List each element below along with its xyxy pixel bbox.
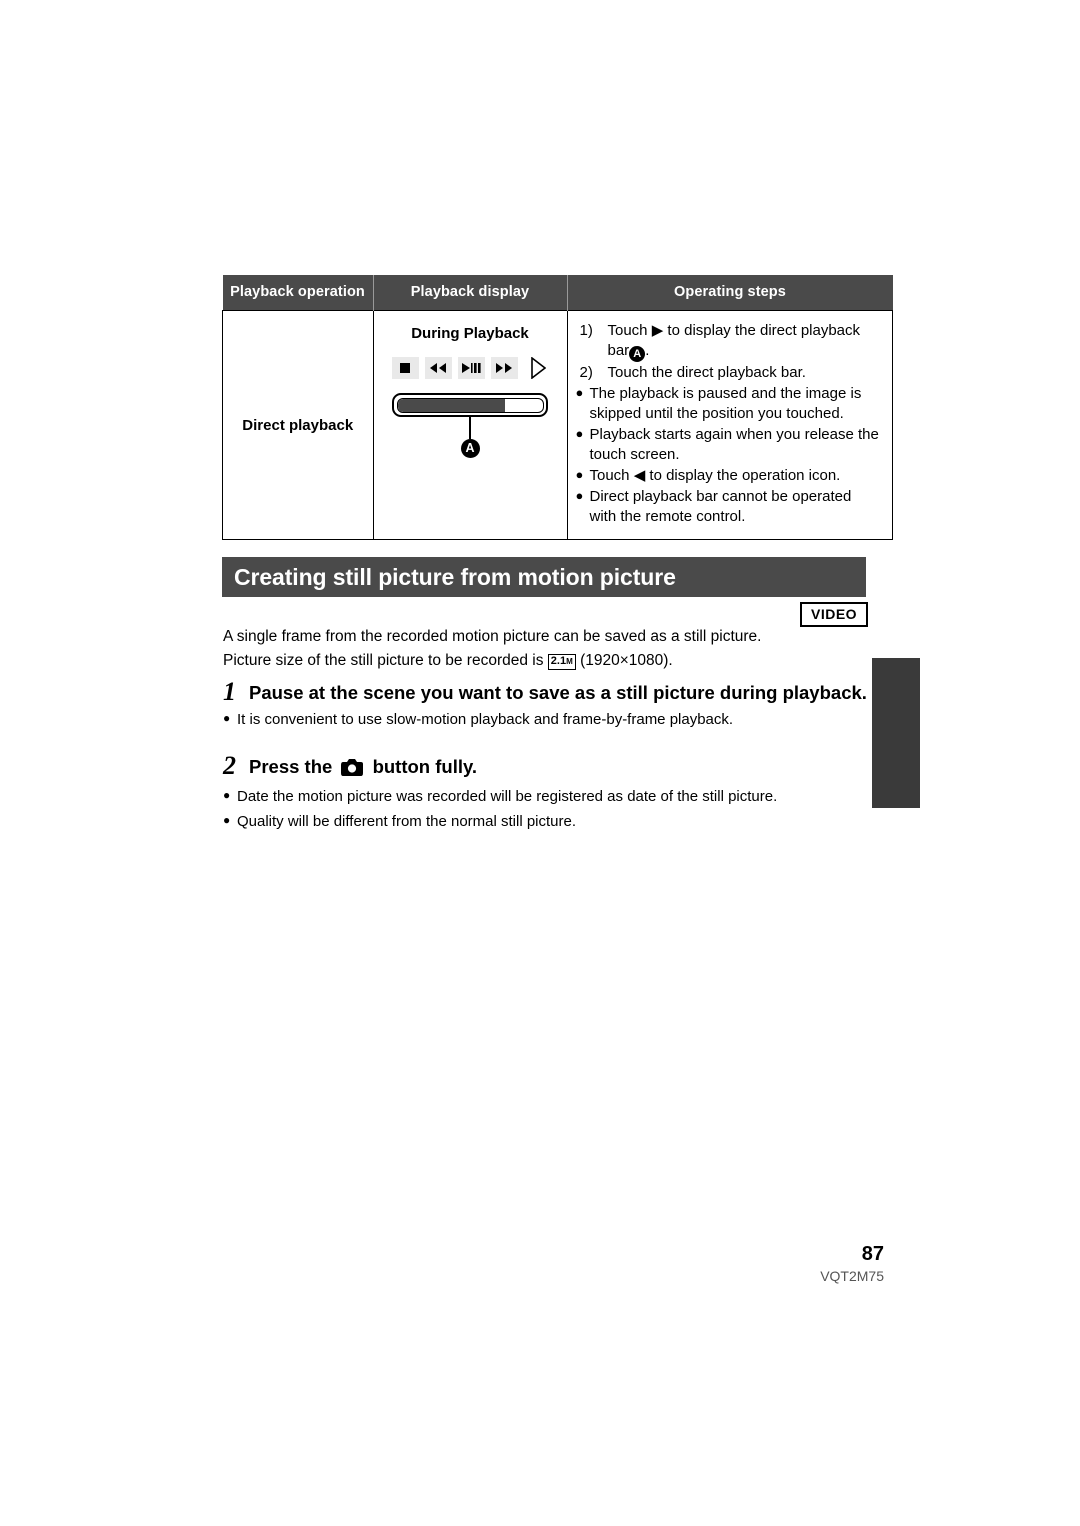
step-1-text-before: Touch — [607, 322, 648, 339]
direct-playback-bar[interactable] — [392, 393, 548, 417]
intro-line-2-before: Picture size of the still picture to be … — [223, 652, 544, 670]
cell-playback-operation: Direct playback — [222, 309, 374, 541]
table-header-row: Playback operation Playback display Oper… — [222, 275, 893, 311]
bullet-icon: ● — [575, 384, 584, 400]
page-edge-tab-marker — [872, 658, 920, 808]
bullet-icon: ● — [223, 813, 231, 828]
step-2-title: Press the button fully. — [249, 752, 477, 782]
callout-marker-a: A — [460, 439, 480, 458]
rewind-icon[interactable] — [424, 357, 452, 379]
step-1-title: Pause at the scene you want to save as a… — [249, 682, 867, 703]
step-1-note-1: ● It is convenient to use slow-motion pl… — [223, 709, 868, 730]
step-2-note-1: ● Date the motion picture was recorded w… — [223, 786, 868, 807]
step-2-title-before: Press the — [249, 756, 333, 777]
table-header-playback-operation: Playback operation — [222, 275, 374, 311]
step-2-text: Touch the direct playback bar. — [607, 363, 806, 381]
step-bullet-3: ● Touch ◀ to display the operation icon. — [576, 466, 883, 486]
play-pause-icon[interactable] — [457, 357, 485, 379]
step-1-text-end: . — [645, 341, 650, 359]
step-2-title-after: button fully. — [372, 756, 478, 777]
procedure-step-1: 1 Pause at the scene you want to save as… — [223, 678, 868, 730]
table-header-operating-steps: Operating steps — [567, 275, 893, 311]
step-item-1: 1) Touch ▶ to display the direct playbac… — [576, 321, 883, 362]
step-1-text: Touch ▶ to display the direct playback b… — [608, 321, 883, 362]
picture-size-value: 2.1 — [550, 655, 567, 668]
page-number: 87 — [861, 1243, 884, 1265]
callout-leader-line — [468, 417, 472, 439]
video-mode-badge: VIDEO — [800, 602, 869, 627]
fast-forward-icon[interactable] — [490, 357, 518, 379]
picture-size-badge: 2.1M — [547, 654, 576, 670]
step-bullet-4-text: Direct playback bar cannot be operated w… — [589, 487, 852, 525]
document-code: VQT2M75 — [820, 1268, 884, 1284]
step-bullet-3-text: Touch ◀ to display the operation icon. — [589, 466, 841, 484]
play-arrow-icon: ▶ — [651, 322, 664, 339]
during-playback-label: During Playback — [411, 325, 529, 342]
bullet-icon: ● — [223, 711, 231, 726]
step-2-number: 2 — [223, 751, 236, 780]
intro-line-1: A single frame from the recorded motion … — [223, 628, 762, 645]
cell-operating-steps: 1) Touch ▶ to display the direct playbac… — [566, 309, 893, 541]
step-1-number: 1 — [223, 677, 236, 706]
step-2-note-2: ● Quality will be different from the nor… — [223, 811, 868, 832]
step-bullet-1: ● The playback is paused and the image i… — [576, 384, 883, 424]
step-1-heading: 1 Pause at the scene you want to save as… — [223, 677, 868, 706]
bullet-icon: ● — [575, 487, 584, 503]
playback-icon-row — [380, 356, 561, 380]
triangle-outline-icon[interactable] — [527, 356, 549, 380]
step-2-marker: 2) — [579, 363, 593, 381]
step-2-note-1-text: Date the motion picture was recorded wil… — [237, 788, 778, 806]
step-2-heading: 2 Press the button fully. — [223, 752, 868, 782]
table-header-playback-display: Playback display — [373, 275, 568, 311]
section-heading: Creating still picture from motion pictu… — [222, 557, 866, 597]
step-bullet-4: ● Direct playback bar cannot be operated… — [576, 487, 883, 527]
direct-playback-bar-fill — [397, 398, 505, 412]
step-1-marker: 1) — [579, 322, 593, 339]
cell-playback-display: During Playback A — [372, 309, 568, 541]
step-1-note-1-text: It is convenient to use slow-motion play… — [237, 711, 734, 729]
picture-size-unit: M — [566, 657, 573, 667]
bullet-icon: ● — [223, 788, 231, 803]
step-2-note-2-text: Quality will be different from the norma… — [237, 813, 577, 831]
step-bullet-2: ● Playback starts again when you release… — [576, 425, 883, 465]
intro-paragraph: A single frame from the recorded motion … — [223, 625, 863, 673]
stop-icon[interactable] — [391, 357, 419, 379]
intro-line-2-after: (1920×1080). — [580, 652, 673, 670]
procedure-step-2: 2 Press the button fully. ● Date the mot… — [223, 752, 868, 832]
direct-playback-bar-track — [396, 397, 544, 413]
table-row: Direct playback During Playback A 1) Tou… — [222, 309, 893, 541]
step-bullet-1-text: The playback is paused and the image is … — [589, 384, 862, 422]
bullet-icon: ● — [575, 425, 584, 441]
step-bullet-2-text: Playback starts again when you release t… — [589, 425, 879, 463]
callout-inline-a: A — [629, 345, 646, 362]
intro-line-2: Picture size of the still picture to be … — [223, 649, 863, 673]
bullet-icon: ● — [575, 466, 584, 482]
camera-button-icon — [341, 758, 364, 782]
playback-operation-table: Playback operation Playback display Oper… — [222, 275, 893, 541]
step-item-2: 2) Touch the direct playback bar. — [576, 363, 883, 383]
